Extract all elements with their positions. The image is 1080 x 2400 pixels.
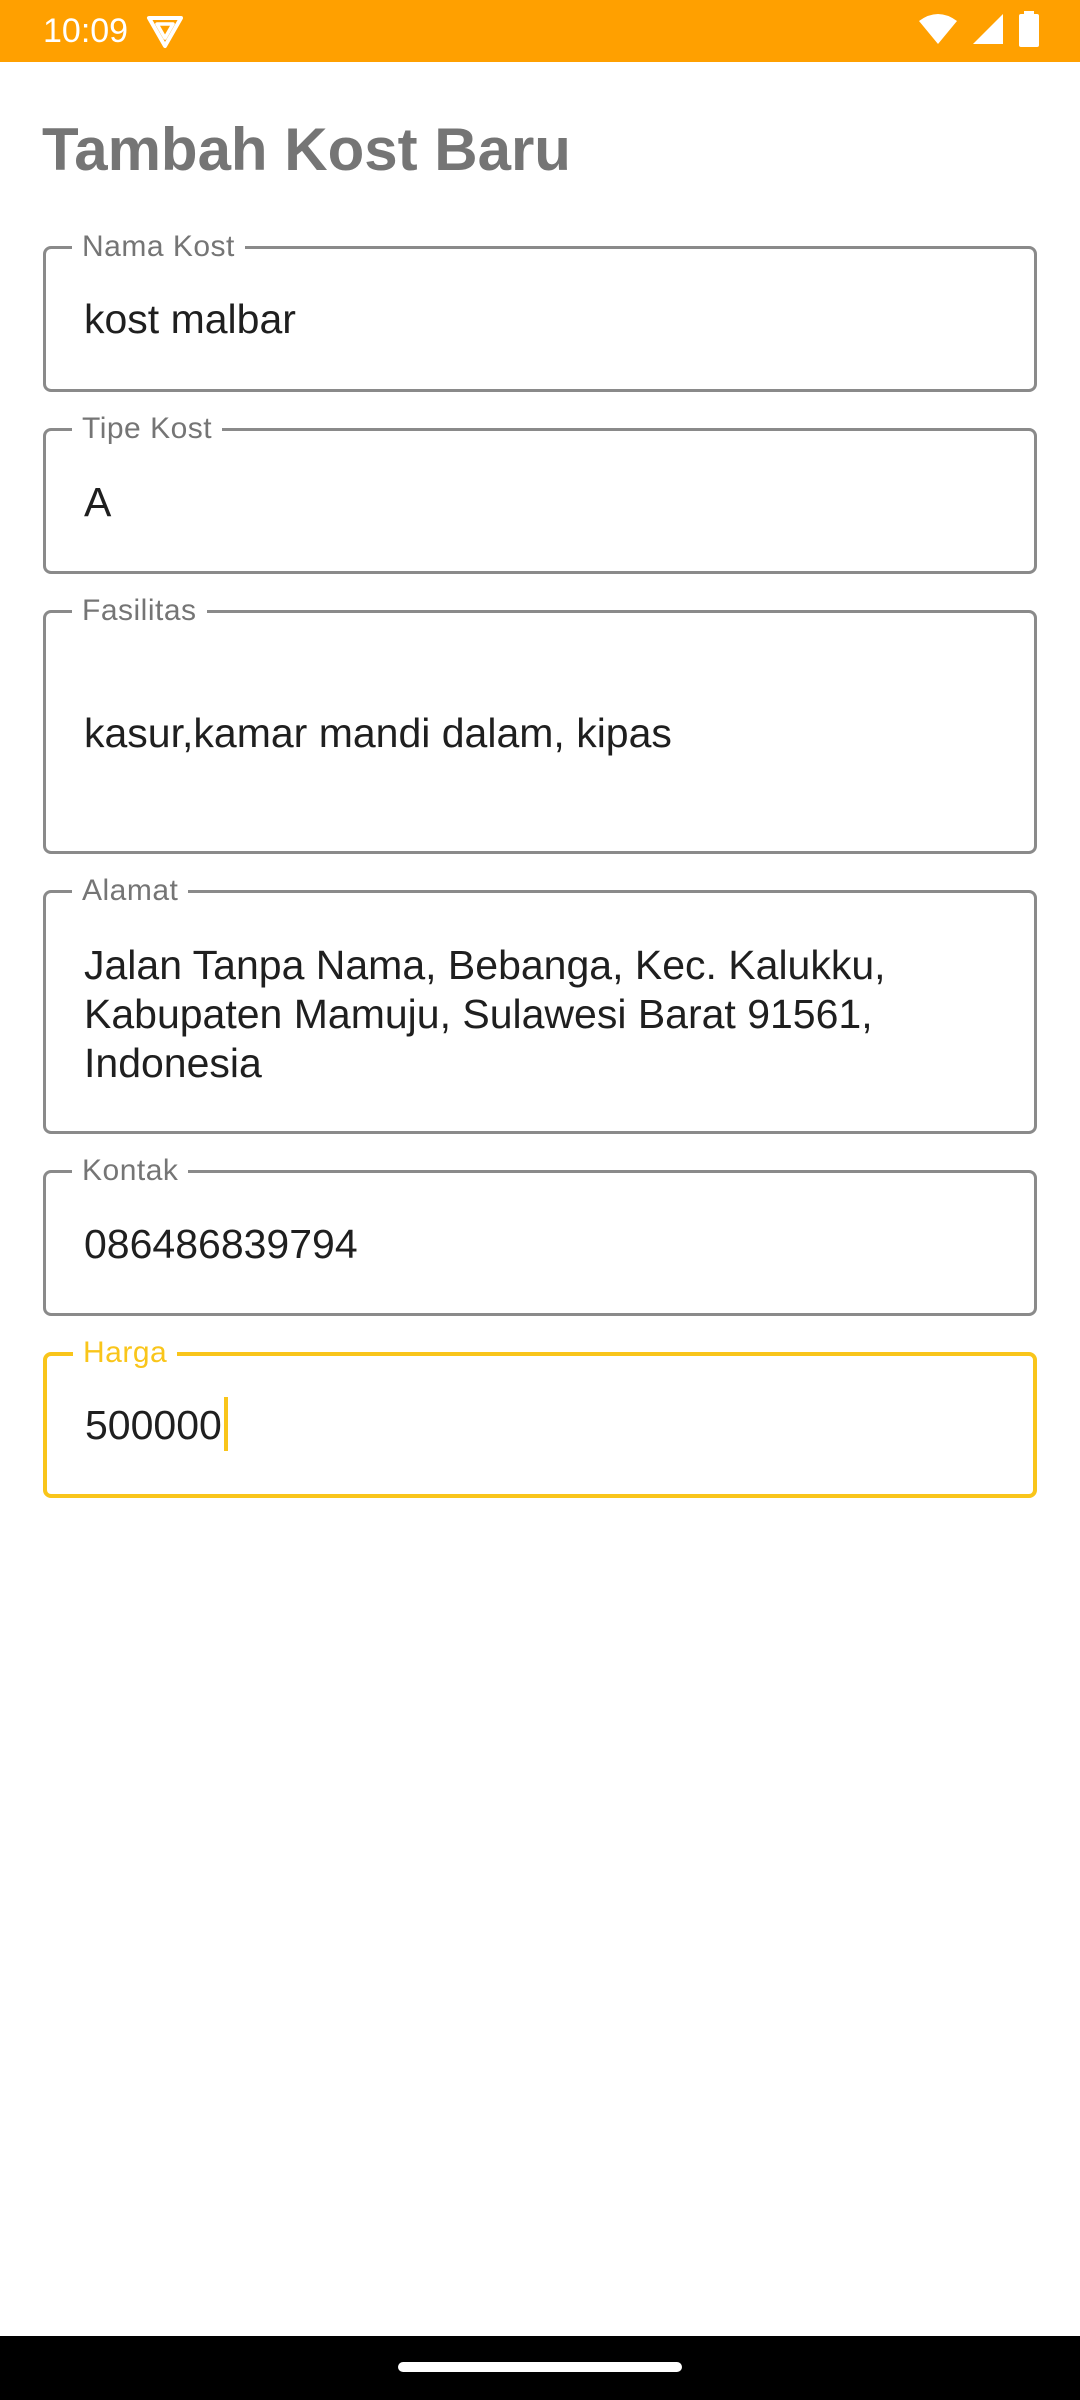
navigation-bar	[0, 2336, 1080, 2400]
harga-input-wrapper[interactable]: 500000	[85, 1397, 995, 1452]
fasilitas-label: Fasilitas	[72, 595, 207, 627]
alamat-field[interactable]: Alamat Jalan Tanpa Nama, Bebanga, Kec. K…	[43, 875, 1037, 1134]
harga-input[interactable]: 500000	[85, 1402, 222, 1448]
app-notification-icon	[146, 15, 184, 49]
alamat-label: Alamat	[72, 875, 189, 907]
tipe-kost-input[interactable]: A	[84, 478, 996, 527]
nama-kost-field[interactable]: Nama Kost kost malbar	[43, 231, 1037, 392]
tipe-kost-label: Tipe Kost	[72, 413, 223, 445]
status-bar: 10:09	[0, 0, 1080, 62]
text-cursor	[223, 1397, 228, 1452]
harga-label: Harga	[73, 1337, 178, 1369]
home-gesture-handle[interactable]	[398, 2362, 682, 2372]
harga-field[interactable]: Harga 500000	[43, 1337, 1037, 1498]
alamat-input[interactable]: Jalan Tanpa Nama, Bebanga, Kec. Kalukku,…	[84, 941, 924, 1088]
signal-icon	[972, 13, 1004, 50]
battery-icon	[1018, 10, 1040, 52]
kontak-label: Kontak	[72, 1155, 189, 1187]
fasilitas-input[interactable]: kasur,kamar mandi dalam, kipas	[84, 709, 996, 758]
wifi-icon	[918, 13, 958, 50]
nama-kost-label: Nama Kost	[72, 231, 245, 263]
nama-kost-input[interactable]: kost malbar	[84, 295, 996, 344]
status-time: 10:09	[43, 12, 129, 50]
kontak-field[interactable]: Kontak 086486839794	[43, 1155, 1037, 1316]
fasilitas-field[interactable]: Fasilitas kasur,kamar mandi dalam, kipas	[43, 595, 1037, 854]
kontak-input[interactable]: 086486839794	[84, 1220, 996, 1269]
tipe-kost-field[interactable]: Tipe Kost A	[43, 413, 1037, 574]
page-title: Tambah Kost Baru	[42, 116, 571, 183]
